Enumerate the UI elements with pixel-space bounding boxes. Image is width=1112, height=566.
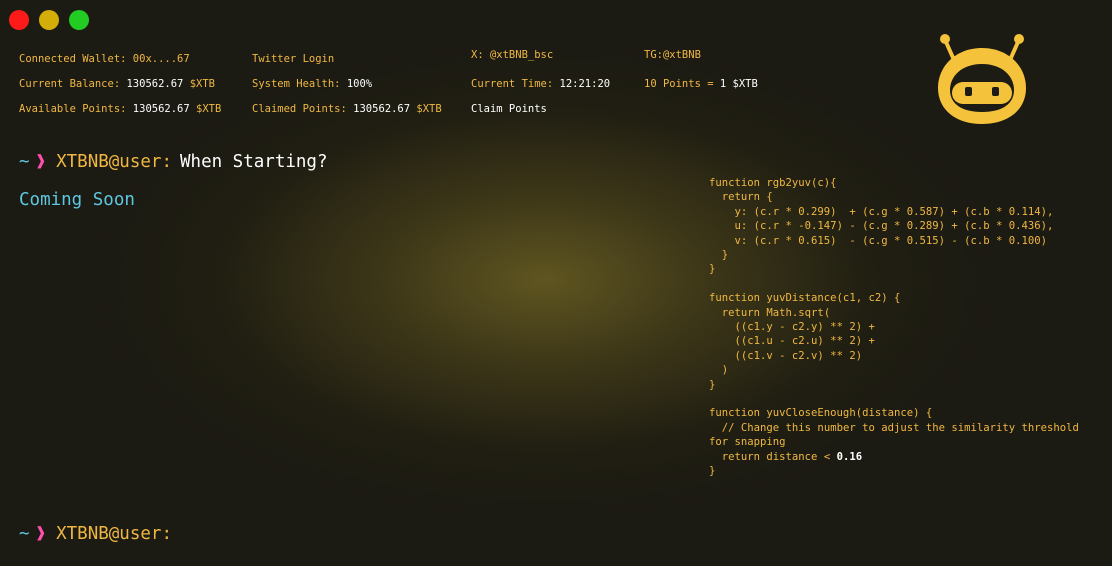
- code-line: }: [709, 263, 716, 276]
- prompt-tilde: ~: [19, 152, 30, 172]
- wallet-label: Connected Wallet:: [19, 53, 127, 65]
- code-line: y: (c.r * 0.299) + (c.g * 0.587) + (c.b …: [709, 205, 1054, 218]
- tg-handle-label: TG:@xtBNB: [644, 49, 701, 61]
- claimed-value: 130562.67: [353, 103, 411, 115]
- prompt-arrow-icon: ❱: [35, 524, 47, 544]
- code-line-threshold: return distance < 0.16: [709, 450, 1101, 464]
- x-handle-label: X: @xtBNB_bsc: [471, 49, 554, 61]
- balance-value: 130562.67: [126, 78, 184, 90]
- prompt-arrow-icon: ❱: [35, 152, 47, 172]
- maximize-window-button[interactable]: [69, 10, 89, 30]
- code-line: }: [709, 378, 716, 391]
- code-line: ): [709, 364, 729, 377]
- current-time: Current Time: 12:21:20: [471, 78, 610, 90]
- prompt-host: XTBNB@user:: [56, 152, 172, 172]
- code-line: function yuvDistance(c1, c2) {: [709, 292, 901, 305]
- available-token: $XTB: [196, 103, 222, 115]
- code-line: }: [709, 465, 716, 478]
- prompt-command: When Starting?: [180, 152, 328, 172]
- health-label: System Health:: [252, 78, 341, 90]
- claimed-token: $XTB: [416, 103, 442, 115]
- wallet-value: 00x....67: [132, 53, 190, 65]
- rate-value: 1 $XTB: [719, 78, 758, 90]
- x-handle-link[interactable]: X: @xtBNB_bsc: [471, 49, 553, 61]
- code-line: }: [709, 249, 729, 262]
- system-health: System Health: 100%: [252, 78, 372, 90]
- available-value: 130562.67: [132, 103, 190, 115]
- code-line: return Math.sqrt(: [709, 306, 831, 319]
- prompt-tilde: ~: [19, 524, 30, 544]
- twitter-login-link[interactable]: Twitter Login: [252, 53, 334, 65]
- robot-mascot-icon: [938, 34, 1026, 124]
- time-label: Current Time:: [471, 78, 554, 90]
- code-line: ((c1.u - c2.u) ** 2) +: [709, 335, 875, 348]
- minimize-window-button[interactable]: [39, 10, 59, 30]
- claimed-points: Claimed Points: 130562.67 $XTB: [252, 103, 442, 115]
- threshold-value: 0.16: [836, 450, 863, 463]
- claim-points-label: Claim Points: [471, 103, 547, 115]
- code-line: return {: [709, 191, 773, 204]
- code-line: function rgb2yuv(c){: [709, 177, 837, 189]
- code-line: function yuvCloseEnough(distance) {: [709, 407, 933, 420]
- close-window-button[interactable]: [9, 10, 29, 30]
- code-line: // Change this number to adjust the simi…: [709, 421, 1086, 449]
- twitter-login-label: Twitter Login: [252, 53, 335, 65]
- terminal-output: Coming Soon: [19, 190, 135, 210]
- terminal-input-line[interactable]: ~ ❱ XTBNB@user:: [19, 524, 172, 544]
- health-value: 100%: [346, 78, 373, 90]
- code-line: v: (c.r * 0.615) - (c.g * 0.515) - (c.b …: [709, 234, 1048, 247]
- code-line: ((c1.y - c2.y) ** 2) +: [709, 321, 875, 334]
- code-line: u: (c.r * -0.147) - (c.g * 0.289) + (c.b…: [709, 220, 1054, 233]
- code-return-text: return distance <: [709, 450, 837, 463]
- claimed-label: Claimed Points:: [252, 103, 347, 115]
- window-controls: [9, 10, 89, 30]
- points-rate: 10 Points = 1 $XTB: [644, 78, 758, 90]
- balance-token: $XTB: [189, 78, 216, 90]
- time-value: 12:21:20: [559, 78, 611, 90]
- claim-points-button[interactable]: Claim Points: [471, 103, 547, 115]
- connected-wallet: Connected Wallet: 00x....67: [19, 53, 190, 65]
- prompt-host: XTBNB@user:: [56, 524, 172, 544]
- current-balance: Current Balance: 130562.67 $XTB: [19, 78, 215, 90]
- available-label: Available Points:: [19, 103, 127, 115]
- code-line: ((c1.v - c2.v) ** 2): [709, 349, 863, 362]
- available-points: Available Points: 130562.67 $XTB: [19, 103, 221, 115]
- tg-handle-link[interactable]: TG:@xtBNB: [644, 49, 701, 61]
- code-block: function rgb2yuv(c){ return { y: (c.r * …: [709, 176, 1101, 479]
- terminal-prompt-line: ~ ❱ XTBNB@user: When Starting?: [19, 152, 328, 172]
- rate-text: 10 Points =: [644, 78, 714, 90]
- balance-label: Current Balance:: [19, 78, 121, 90]
